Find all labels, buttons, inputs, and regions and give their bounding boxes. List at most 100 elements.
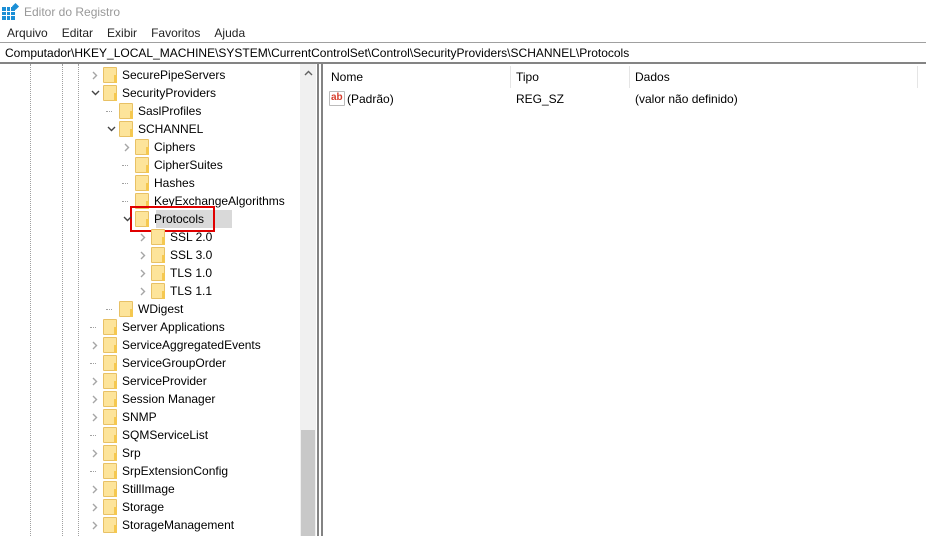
tree-node[interactable]: TLS 1.1 xyxy=(0,282,300,300)
menu-editar[interactable]: Editar xyxy=(55,26,100,40)
value-row[interactable]: ab (Padrão) REG_SZ (valor não definido) xyxy=(323,90,926,108)
folder-icon xyxy=(103,85,117,101)
folder-icon xyxy=(135,157,149,173)
chevron-right-icon[interactable] xyxy=(90,390,100,408)
tree-node-label: ServiceGroupOrder xyxy=(122,356,227,370)
menu-favoritos[interactable]: Favoritos xyxy=(144,26,207,40)
window-title: Editor do Registro xyxy=(24,5,121,19)
tree-node[interactable]: ServiceGroupOrder xyxy=(0,354,300,372)
column-divider[interactable] xyxy=(629,66,630,88)
tree-node[interactable]: CipherSuites xyxy=(0,156,300,174)
folder-icon xyxy=(103,409,117,425)
scrollbar-thumb[interactable] xyxy=(301,430,315,536)
chevron-right-icon[interactable] xyxy=(138,228,148,246)
tree-node-label: Storage xyxy=(122,500,165,514)
tree-node[interactable]: Server Applications xyxy=(0,318,300,336)
chevron-right-icon[interactable] xyxy=(138,264,148,282)
tree-vertical-scrollbar[interactable] xyxy=(300,64,316,536)
chevron-right-icon[interactable] xyxy=(90,480,100,498)
tree-node[interactable]: Ciphers xyxy=(0,138,300,156)
tree-node-label: StillImage xyxy=(122,482,175,496)
scroll-up-icon[interactable] xyxy=(300,64,316,81)
folder-icon xyxy=(119,103,133,119)
tree-node-label: SNMP xyxy=(122,410,157,424)
tree-node[interactable]: SrpExtensionConfig xyxy=(0,462,300,480)
tree-node[interactable]: SSL 2.0 xyxy=(0,228,300,246)
registry-tree[interactable]: SecurePipeServers SecurityProviders SaslPr… xyxy=(0,64,318,536)
chevron-right-icon[interactable] xyxy=(122,138,132,156)
folder-icon xyxy=(103,319,117,335)
tree-node[interactable]: SNMP xyxy=(0,408,300,426)
tree-node[interactable]: StorageManagement xyxy=(0,516,300,534)
menu-ajuda[interactable]: Ajuda xyxy=(207,26,252,40)
tree-node-label: SSL 3.0 xyxy=(170,248,213,262)
tree-node[interactable]: Hashes xyxy=(0,174,300,192)
tree-node[interactable]: SecurePipeServers xyxy=(0,66,300,84)
menu-arquivo[interactable]: Arquivo xyxy=(0,26,55,40)
column-header-dados[interactable]: Dados xyxy=(635,68,670,86)
tree-node[interactable]: Protocols xyxy=(0,210,300,228)
tree-node[interactable]: SSL 3.0 xyxy=(0,246,300,264)
chevron-right-icon[interactable] xyxy=(90,498,100,516)
tree-node[interactable]: Srp xyxy=(0,444,300,462)
folder-icon xyxy=(151,229,165,245)
column-divider[interactable] xyxy=(917,66,918,88)
folder-icon xyxy=(103,373,117,389)
tree-node[interactable]: TLS 1.0 xyxy=(0,264,300,282)
menu-exibir[interactable]: Exibir xyxy=(100,26,144,40)
tree-node[interactable]: SCHANNEL xyxy=(0,120,300,138)
tree-node-label: SrpExtensionConfig xyxy=(122,464,229,478)
tree-guide-line xyxy=(122,165,128,166)
tree-node[interactable]: StillImage xyxy=(0,480,300,498)
chevron-right-icon[interactable] xyxy=(90,516,100,534)
address-bar[interactable]: Computador\HKEY_LOCAL_MACHINE\SYSTEM\Cur… xyxy=(0,42,926,64)
folder-icon xyxy=(135,211,149,227)
tree-node-label: Srp xyxy=(122,446,141,460)
tree-node-label: TLS 1.1 xyxy=(170,284,213,298)
tree-node-label: Ciphers xyxy=(154,140,196,154)
chevron-down-icon[interactable] xyxy=(106,120,116,138)
chevron-right-icon[interactable] xyxy=(138,282,148,300)
tree-guide-line xyxy=(90,327,96,328)
tree-guide-line xyxy=(122,201,128,202)
tree-node[interactable]: WDigest xyxy=(0,300,300,318)
tree-node-label: ServiceAggregatedEvents xyxy=(122,338,261,352)
chevron-down-icon[interactable] xyxy=(90,84,100,102)
column-header-nome[interactable]: Nome xyxy=(331,68,363,86)
chevron-right-icon[interactable] xyxy=(90,336,100,354)
tree-node[interactable]: SecurityProviders xyxy=(0,84,300,102)
tree-node[interactable]: Session Manager xyxy=(0,390,300,408)
folder-icon xyxy=(103,355,117,371)
chevron-right-icon[interactable] xyxy=(90,408,100,426)
tree-guide-line xyxy=(106,309,112,310)
tree-guide-line xyxy=(122,183,128,184)
tree-node[interactable]: SaslProfiles xyxy=(0,102,300,120)
chevron-right-icon[interactable] xyxy=(90,444,100,462)
folder-icon xyxy=(119,121,133,137)
tree-node-label: StorageManagement xyxy=(122,518,235,532)
tree-node-label: Protocols xyxy=(154,212,205,226)
chevron-right-icon[interactable] xyxy=(138,246,148,264)
values-list: Nome Tipo Dados ab (Padrão) REG_SZ (valo… xyxy=(323,64,926,536)
chevron-right-icon[interactable] xyxy=(90,372,100,390)
tree-node[interactable]: SQMServiceList xyxy=(0,426,300,444)
column-header-tipo[interactable]: Tipo xyxy=(516,68,539,86)
folder-icon xyxy=(103,67,117,83)
column-divider[interactable] xyxy=(510,66,511,88)
tree-node-label: Server Applications xyxy=(122,320,225,334)
chevron-down-icon[interactable] xyxy=(122,210,132,228)
string-value-icon: ab xyxy=(329,91,345,106)
tree-node-label: SaslProfiles xyxy=(138,104,202,118)
tree-node[interactable]: ServiceProvider xyxy=(0,372,300,390)
tree-node[interactable]: Storage xyxy=(0,498,300,516)
value-name: (Padrão) xyxy=(347,92,394,106)
address-path[interactable]: Computador\HKEY_LOCAL_MACHINE\SYSTEM\Cur… xyxy=(5,46,629,60)
tree-node[interactable]: ServiceAggregatedEvents xyxy=(0,336,300,354)
folder-icon xyxy=(103,427,117,443)
tree-guide-line xyxy=(90,435,96,436)
folder-icon xyxy=(103,463,117,479)
chevron-right-icon[interactable] xyxy=(90,66,100,84)
folder-icon xyxy=(103,337,117,353)
tree-node-label: SSL 2.0 xyxy=(170,230,213,244)
folder-icon xyxy=(103,481,117,497)
